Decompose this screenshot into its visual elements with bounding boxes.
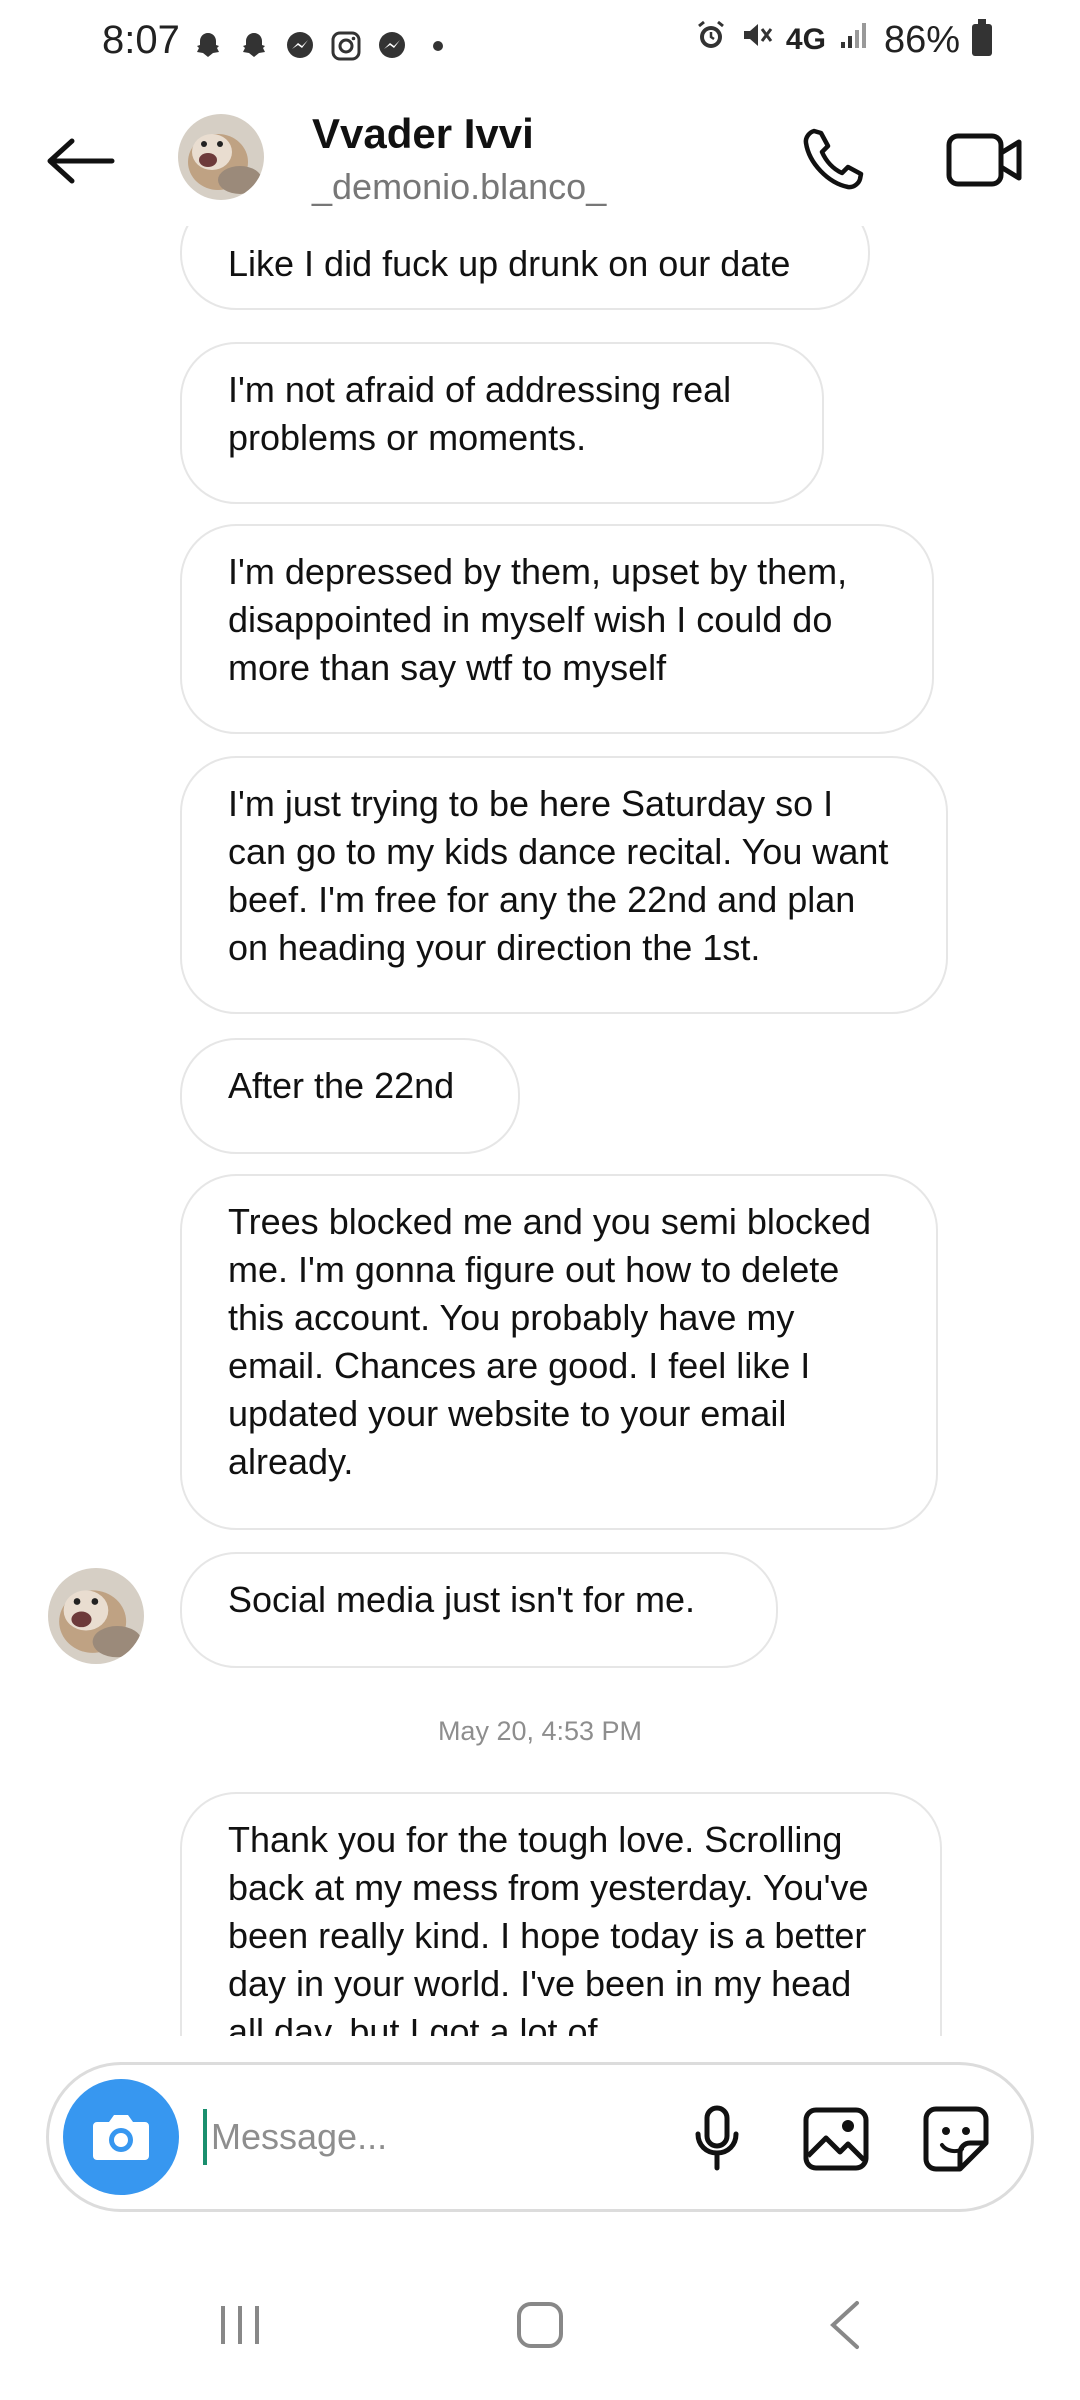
messenger-icon — [282, 28, 318, 64]
system-navigation-bar — [0, 2262, 1080, 2400]
message-text: Thank you for the tough love. Scrolling … — [228, 1819, 869, 2036]
message-text: Like I did fuck up drunk on our date — [228, 243, 791, 284]
contact-username[interactable]: _demonio.blanco_ — [312, 166, 606, 208]
home-button[interactable] — [500, 2290, 580, 2360]
message-thread[interactable]: Like I did fuck up drunk on our date I'm… — [0, 226, 1080, 2036]
image-icon — [803, 2107, 869, 2171]
chat-header: Vvader Ivvi _demonio.blanco_ — [0, 96, 1080, 226]
battery-icon — [972, 19, 992, 56]
message-bubble[interactable]: Thank you for the tough love. Scrolling … — [180, 1792, 942, 2036]
message-bubble[interactable]: Social media just isn't for me. — [180, 1552, 778, 1668]
network-type: 4G — [785, 23, 826, 56]
recents-icon — [221, 2306, 259, 2344]
home-icon — [517, 2302, 563, 2348]
message-text: I'm not afraid of addressing real proble… — [228, 369, 732, 458]
back-button[interactable] — [40, 126, 120, 196]
arrow-left-icon — [47, 138, 115, 184]
camera-icon — [93, 2115, 149, 2160]
alarm-icon — [694, 18, 728, 62]
message-text: I'm depressed by them, upset by them, di… — [228, 551, 848, 688]
microphone-icon — [695, 2105, 739, 2171]
message-text: After the 22nd — [228, 1065, 455, 1106]
avatar[interactable] — [178, 114, 264, 200]
message-bubble[interactable]: Like I did fuck up drunk on our date — [180, 226, 870, 310]
message-text: Trees blocked me and you semi blocked me… — [228, 1201, 871, 1482]
snapchat-icon — [190, 28, 226, 64]
chevron-left-icon — [830, 2301, 859, 2349]
message-text: I'm just trying to be here Saturday so I… — [228, 783, 889, 968]
sender-avatar[interactable] — [48, 1568, 144, 1664]
message-bubble[interactable]: After the 22nd — [180, 1038, 520, 1154]
phone-icon — [803, 128, 864, 190]
gallery-button[interactable] — [791, 2099, 881, 2179]
contact-name[interactable]: Vvader Ivvi — [312, 110, 534, 158]
battery-percentage: 86% — [883, 18, 960, 61]
audio-call-button[interactable] — [795, 120, 875, 200]
message-bubble[interactable]: I'm just trying to be here Saturday so I… — [180, 756, 948, 1014]
camera-button[interactable] — [63, 2079, 179, 2195]
message-timestamp: May 20, 4:53 PM — [437, 1716, 643, 1746]
message-bubble[interactable]: I'm not afraid of addressing real proble… — [180, 342, 824, 504]
recents-button[interactable] — [200, 2290, 280, 2360]
video-call-button[interactable] — [940, 120, 1030, 200]
message-text: Social media just isn't for me. — [228, 1579, 696, 1620]
status-time: 8:07 — [102, 18, 180, 62]
snapchat-icon — [236, 28, 272, 64]
system-status: 4G 86% — [694, 18, 992, 62]
message-input[interactable] — [209, 2101, 693, 2173]
sticker-button[interactable] — [911, 2099, 1001, 2179]
instagram-icon — [328, 28, 364, 64]
notification-icons — [190, 28, 456, 64]
status-bar: 8:07 4G 86% — [0, 0, 1080, 96]
signal-icon — [838, 18, 872, 62]
nav-back-button[interactable] — [805, 2290, 885, 2360]
message-composer — [46, 2062, 1034, 2212]
text-cursor — [203, 2109, 207, 2165]
voice-message-button[interactable] — [677, 2099, 757, 2179]
message-bubble[interactable]: I'm depressed by them, upset by them, di… — [180, 524, 934, 734]
sticker-icon — [923, 2106, 989, 2172]
message-bubble[interactable]: Trees blocked me and you semi blocked me… — [180, 1174, 938, 1530]
dot-icon — [420, 28, 456, 64]
mute-icon — [740, 18, 774, 62]
messenger-icon — [374, 28, 410, 64]
video-camera-icon — [946, 133, 1022, 187]
